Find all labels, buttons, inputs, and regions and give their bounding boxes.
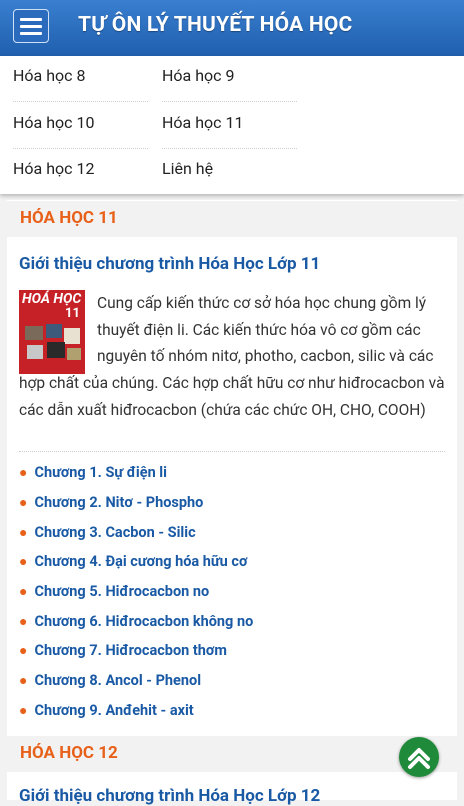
menu-button[interactable]	[13, 9, 49, 43]
menu-item-hoa-hoc-9[interactable]: Hóa học 9	[162, 56, 297, 102]
chapter-label: Chương 1. Sự điện li	[34, 464, 167, 481]
chapter-label: Chương 4. Đại cương hóa hữu cơ	[34, 553, 248, 570]
course-description: Cung cấp kiến thức cơ sở hóa học chung g…	[19, 290, 445, 424]
chapter-link[interactable]: ● Chương 1. Sự điện li	[19, 464, 167, 486]
hamburger-icon-bar	[20, 32, 42, 35]
section-title[interactable]: HÓA HỌC 12	[20, 743, 118, 763]
chapter-link[interactable]: ● Chương 2. Nitơ - Phospho	[19, 494, 203, 516]
chapter-link[interactable]: ● Chương 3. Cacbon - Silic	[19, 524, 196, 546]
chapter-label: Chương 8. Ancol - Phenol	[34, 672, 202, 689]
nav-menu: Hóa học 8 Hóa học 9 Hóa học 10 Hóa học 1…	[0, 56, 464, 194]
bullet-icon: ●	[19, 584, 28, 600]
chapter-link[interactable]: ● Chương 5. Hiđrocacbon no	[19, 583, 209, 605]
bullet-icon: ●	[19, 525, 28, 541]
chapter-link[interactable]: ● Chương 6. Hiđrocacbon không no	[19, 613, 253, 635]
chapter-label: Chương 2. Nitơ - Phospho	[34, 494, 204, 511]
chapter-label: Chương 3. Cacbon - Silic	[34, 524, 196, 541]
chapter-link[interactable]: ● Chương 4. Đại cương hóa hữu cơ	[19, 553, 247, 575]
chapter-label: Chương 6. Hiđrocacbon không no	[34, 613, 254, 630]
menu-item-lien-he[interactable]: Liên hệ	[162, 149, 297, 195]
chapter-label: Chương 7. Hiđrocacbon thơm	[34, 642, 227, 659]
chapter-label: Chương 5. Hiđrocacbon no	[34, 583, 210, 600]
menu-item-hoa-hoc-8[interactable]: Hóa học 8	[13, 56, 148, 102]
hamburger-icon-bar	[20, 25, 42, 28]
bullet-icon: ●	[19, 554, 28, 570]
bullet-icon: ●	[19, 673, 28, 689]
app-title: TỰ ÔN LÝ THUYẾT HÓA HỌC	[78, 13, 353, 37]
hamburger-icon	[20, 18, 42, 21]
bullet-icon: ●	[19, 495, 28, 511]
chapter-link[interactable]: ● Chương 9. Anđehit - axit	[19, 702, 194, 724]
bullet-icon: ●	[19, 643, 28, 659]
chapter-link[interactable]: ● Chương 7. Hiđrocacbon thơm	[19, 642, 227, 664]
intro-title-link[interactable]: Giới thiệu chương trình Hóa Học Lớp 12	[19, 786, 320, 806]
chapter-label: Chương 9. Anđehit - axit	[34, 702, 194, 719]
back-to-top-button[interactable]	[399, 737, 439, 777]
bullet-icon: ●	[19, 465, 28, 481]
section-heading-12: HÓA HỌC 12	[7, 736, 457, 773]
book-spacer	[19, 290, 97, 370]
menu-item-hoa-hoc-12[interactable]: Hóa học 12	[13, 149, 148, 195]
intro-title-link[interactable]: Giới thiệu chương trình Hóa Học Lớp 11	[19, 254, 320, 274]
bullet-icon: ●	[19, 614, 28, 630]
section-heading-11: HÓA HỌC 11	[7, 201, 457, 238]
divider	[19, 451, 445, 452]
chevron-up-icon	[408, 748, 430, 769]
section-title[interactable]: HÓA HỌC 11	[20, 208, 118, 228]
chapter-link[interactable]: ● Chương 8. Ancol - Phenol	[19, 672, 201, 694]
menu-item-hoa-hoc-11[interactable]: Hóa học 11	[162, 103, 297, 149]
app-header: TỰ ÔN LÝ THUYẾT HÓA HỌC	[0, 0, 464, 56]
menu-item-hoa-hoc-10[interactable]: Hóa học 10	[13, 103, 148, 149]
bullet-icon: ●	[19, 703, 28, 719]
